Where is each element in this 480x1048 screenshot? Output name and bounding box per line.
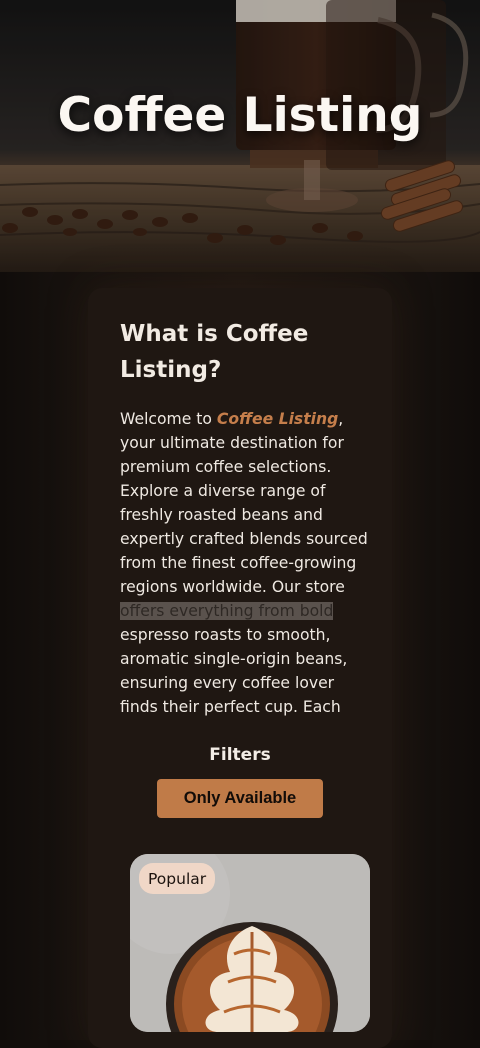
only-available-filter-button[interactable]: Only Available [157, 779, 323, 818]
filters-heading: Filters [209, 745, 271, 765]
about-description: Welcome to Coffee Listing, your ultimate… [120, 407, 370, 729]
about-text-main: , your ultimate destination for premium … [120, 410, 368, 596]
page-title: Coffee Listing [57, 88, 423, 143]
selected-text-highlight: offers everything from bold [120, 602, 334, 620]
hero-banner: Coffee Listing [0, 0, 480, 272]
about-heading: What is Coffee Listing? [120, 321, 309, 383]
brand-name: Coffee Listing [216, 410, 339, 428]
popular-badge: Popular [139, 863, 216, 894]
product-card[interactable]: Popular [130, 854, 370, 1032]
about-text-intro: Welcome to [120, 410, 217, 428]
about-text-rest: espresso roasts to smooth, aromatic sing… [120, 626, 348, 716]
